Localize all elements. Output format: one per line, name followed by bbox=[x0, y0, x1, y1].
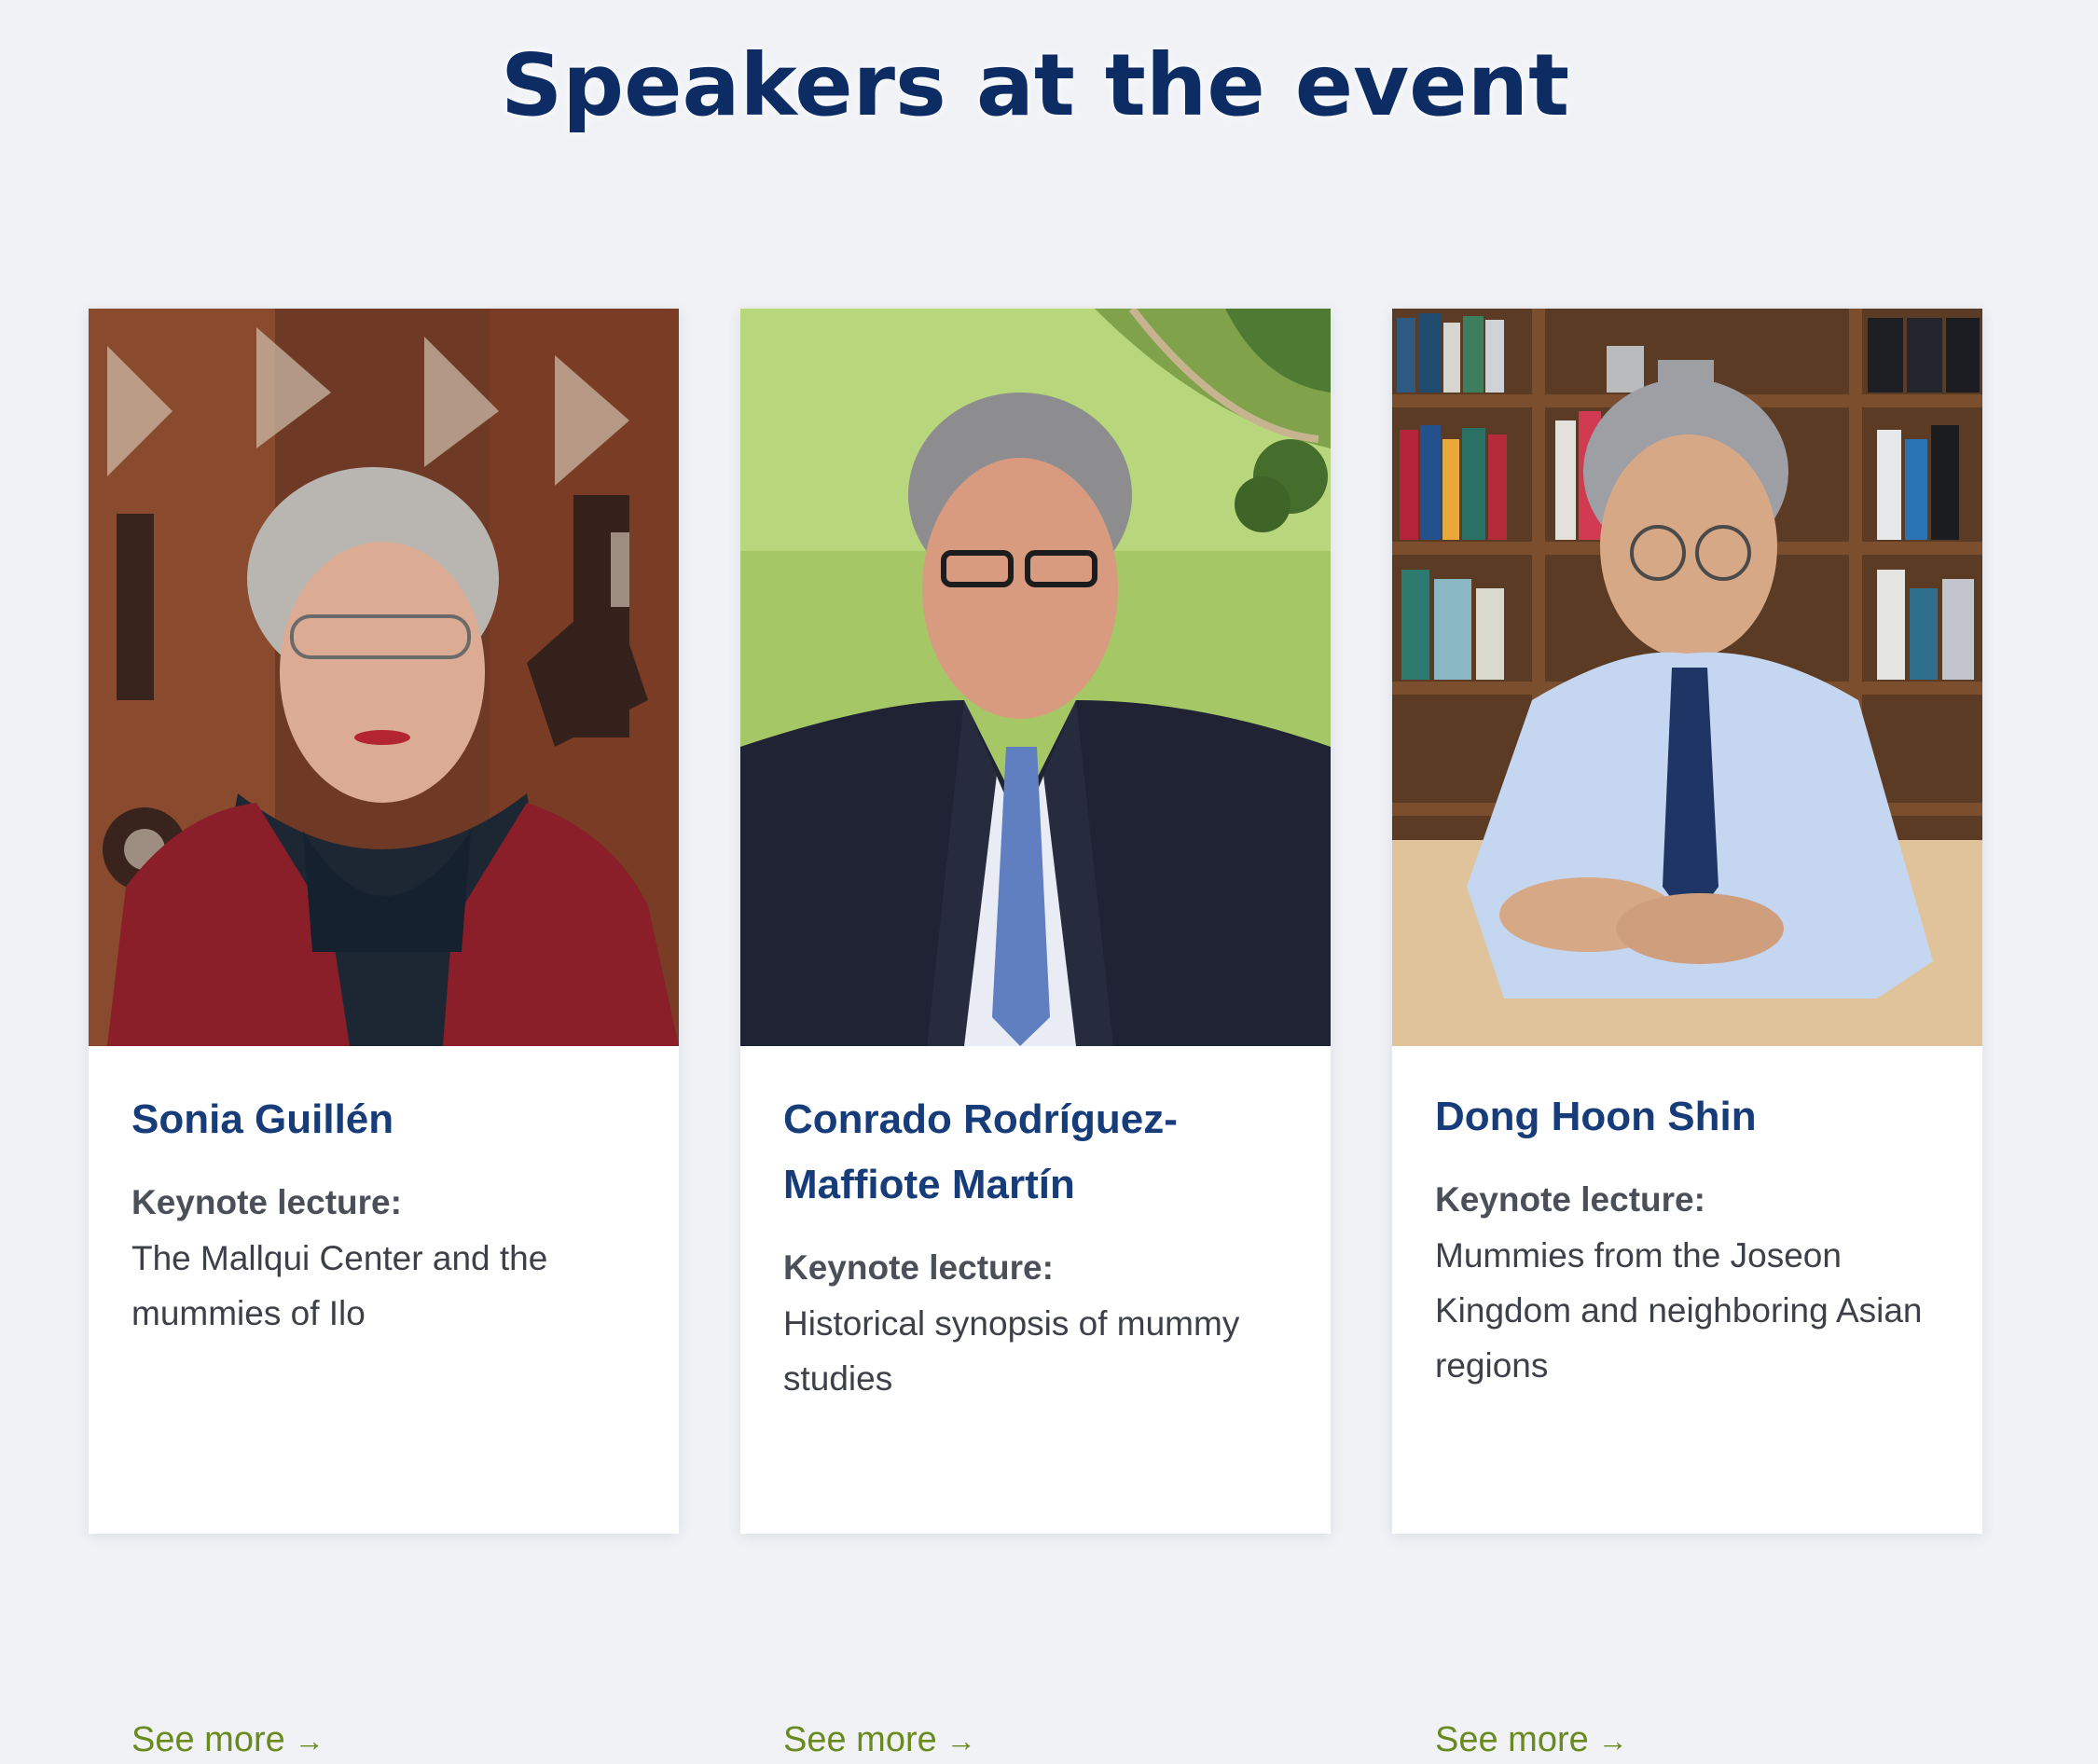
lecture-title: Mummies from the Joseon Kingdom and neig… bbox=[1435, 1236, 1923, 1385]
lecture-label: Keynote lecture: bbox=[1435, 1180, 1705, 1219]
see-more-label: See more bbox=[131, 1720, 285, 1759]
speaker-name: Conrado Rodríguez-Maffiote Martín bbox=[783, 1096, 1178, 1207]
speaker-name: Sonia Guillén bbox=[131, 1096, 394, 1142]
speaker-photo bbox=[89, 309, 679, 1046]
speaker-card: Dong Hoon Shin Keynote lecture: Mummies … bbox=[1392, 309, 1982, 1759]
speaker-info: Dong Hoon Shin Keynote lecture: Mummies … bbox=[1435, 1084, 1945, 1393]
speaker-name: Dong Hoon Shin bbox=[1435, 1094, 1757, 1139]
page-title: Speakers at the event bbox=[500, 35, 1570, 135]
arrow-right-icon: → bbox=[1597, 1724, 1628, 1757]
speaker-card: Conrado Rodríguez-Maffiote Martín Keynot… bbox=[740, 309, 1331, 1759]
arrow-right-icon: → bbox=[945, 1724, 976, 1757]
see-more-label: See more bbox=[1435, 1720, 1589, 1759]
lecture-label: Keynote lecture: bbox=[783, 1248, 1054, 1287]
speaker-photo bbox=[1392, 309, 1982, 1046]
speaker-info: Conrado Rodríguez-Maffiote Martín Keynot… bbox=[783, 1087, 1293, 1406]
lecture-title: Historical synopsis of mummy studies bbox=[783, 1304, 1240, 1398]
speaker-card: Sonia Guillén Keynote lecture: The Mallq… bbox=[89, 309, 679, 1759]
lecture-label: Keynote lecture: bbox=[131, 1183, 402, 1221]
see-more-link[interactable]: See more → bbox=[1435, 1716, 1628, 1764]
lecture-title: The Mallqui Center and the mummies of Il… bbox=[131, 1239, 548, 1332]
see-more-link[interactable]: See more → bbox=[131, 1716, 324, 1764]
arrow-right-icon: → bbox=[294, 1724, 324, 1757]
see-more-link[interactable]: See more → bbox=[783, 1716, 976, 1764]
speaker-info: Sonia Guillén Keynote lecture: The Mallq… bbox=[131, 1087, 642, 1341]
speaker-photo bbox=[740, 309, 1331, 1046]
see-more-label: See more bbox=[783, 1720, 937, 1759]
